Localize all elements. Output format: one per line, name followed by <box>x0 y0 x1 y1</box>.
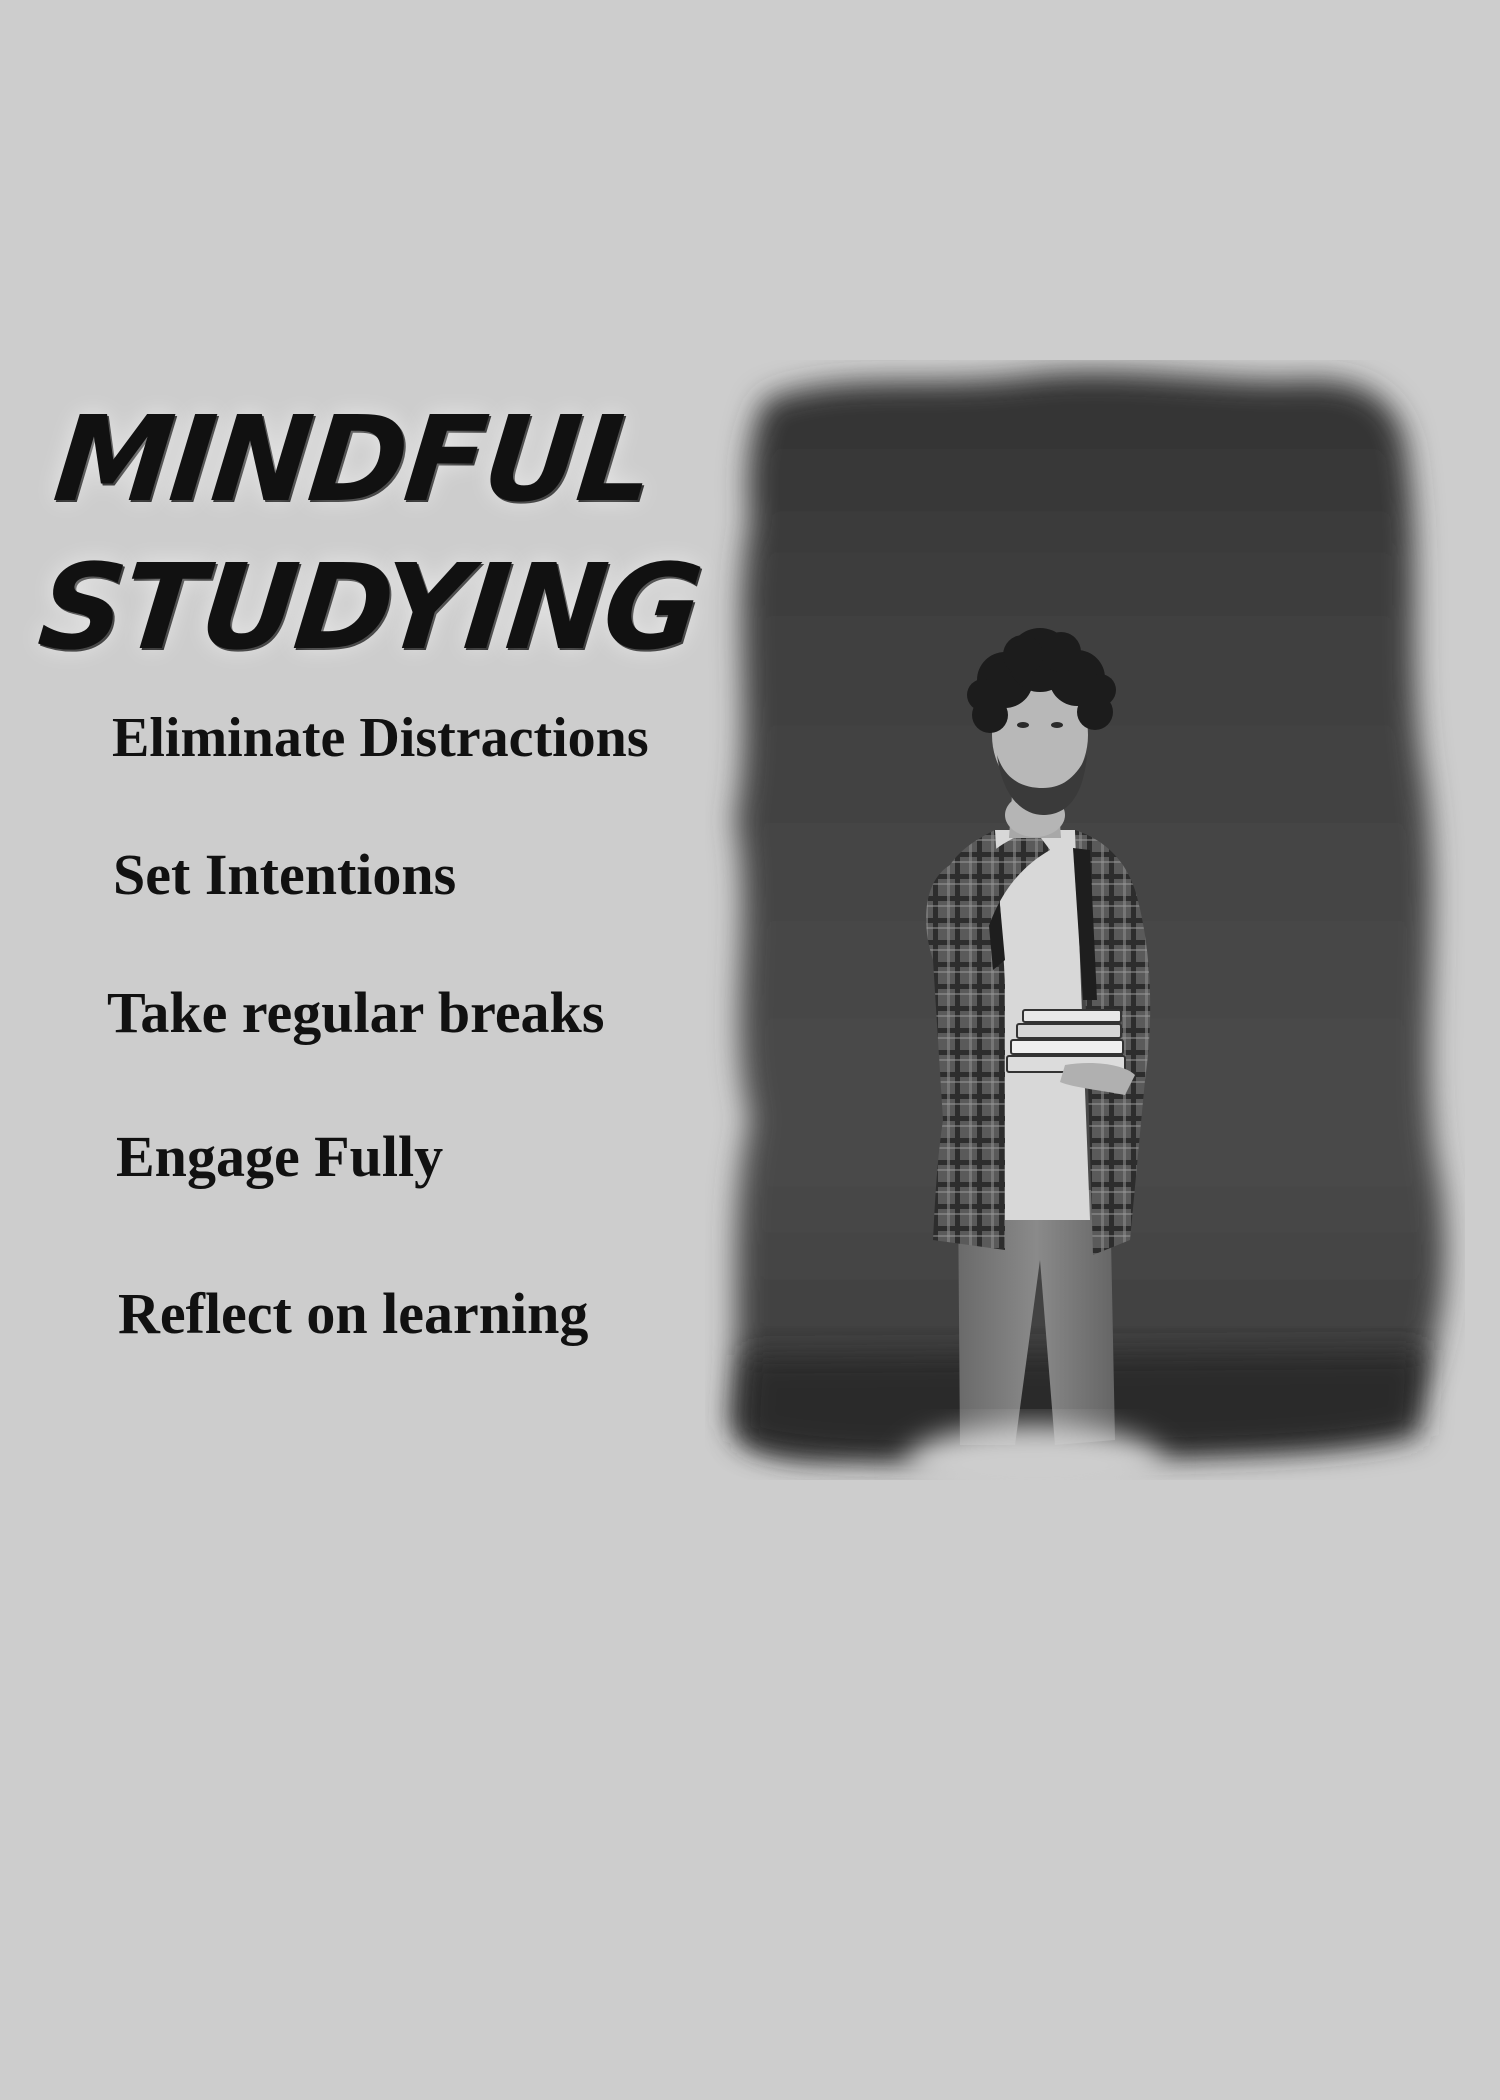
tip-eliminate-distractions: Eliminate Distractions <box>112 707 649 769</box>
student-illustration <box>730 372 1446 1480</box>
tip-set-intentions: Set Intentions <box>113 842 457 907</box>
tip-take-regular-breaks: Take regular breaks <box>107 980 605 1045</box>
tip-engage-fully: Engage Fully <box>116 1124 444 1189</box>
student-photo <box>705 360 1465 1480</box>
tip-reflect-on-learning: Reflect on learning <box>118 1281 589 1346</box>
books-stack <box>1006 1009 1126 1073</box>
poster: MINDFUL STUDYING Eliminate Distractions … <box>0 0 1500 2100</box>
tips-list: Eliminate Distractions Set Intentions Ta… <box>0 0 720 1400</box>
